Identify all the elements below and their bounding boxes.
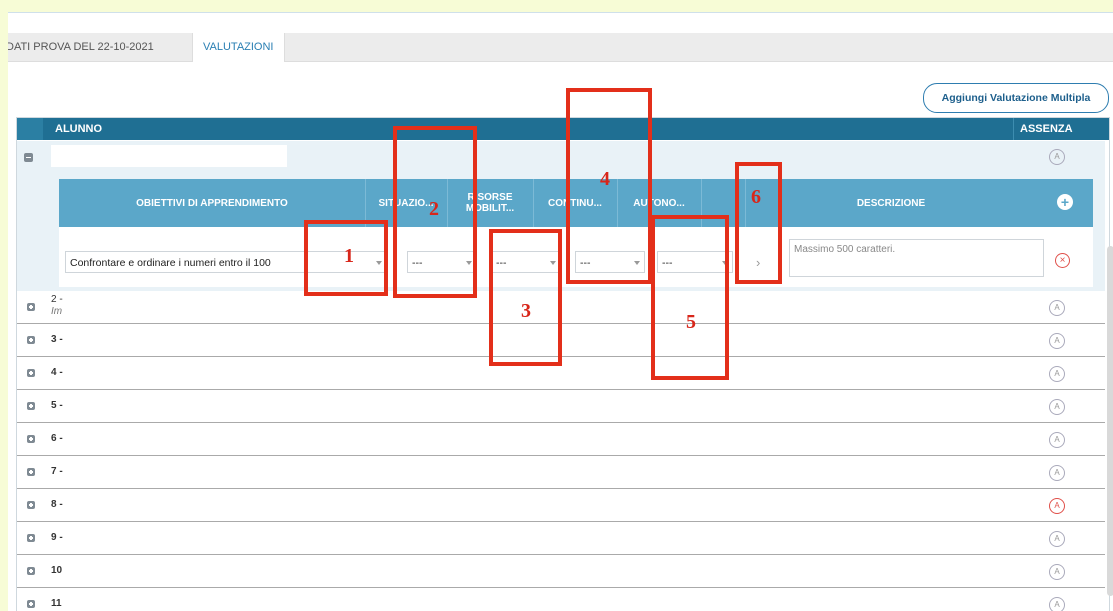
student-label: 5 -	[51, 400, 63, 411]
students-table: ALUNNO ASSENZA A OBIETTIVI DI APPRENDIME…	[16, 117, 1113, 611]
student-label: 11	[51, 598, 62, 609]
collapse-icon[interactable]	[24, 153, 33, 162]
expand-icon[interactable]	[27, 468, 35, 476]
table-header: ALUNNO ASSENZA	[17, 118, 1109, 140]
expand-icon[interactable]	[27, 567, 35, 575]
absence-toggle-icon[interactable]: A	[1049, 300, 1065, 316]
student-label: 10	[51, 565, 63, 576]
expand-icon[interactable]	[27, 336, 35, 344]
expand-icon[interactable]	[27, 402, 35, 410]
header-descrizione: DESCRIZIONE	[856, 197, 926, 209]
annotation-number-6: 6	[751, 186, 761, 208]
absence-toggle-icon[interactable]: A	[1049, 597, 1065, 611]
add-objective-icon[interactable]: +	[1057, 194, 1073, 210]
table-row[interactable]: 9 - A	[17, 522, 1105, 555]
student-label: 8 -	[51, 499, 63, 510]
absence-toggle-icon[interactable]: A	[1049, 399, 1065, 415]
description-textarea[interactable]: Massimo 500 caratteri.	[789, 239, 1044, 277]
absence-toggle-icon[interactable]: A	[1049, 366, 1065, 382]
tab-bar: DATI PROVA DEL 22-10-2021 VALUTAZIONI	[8, 33, 1113, 62]
objective-value: Confrontare e ordinare i numeri entro il…	[70, 257, 271, 269]
absence-toggle-icon[interactable]: A	[1049, 564, 1065, 580]
annotation-number-4: 4	[600, 168, 610, 190]
annotation-box-5	[651, 215, 729, 380]
student-label: 6 -	[51, 433, 63, 444]
student-label: 9 -	[51, 532, 63, 543]
annotation-number-5: 5	[686, 311, 696, 333]
table-row[interactable]: 5 - A	[17, 390, 1105, 423]
header-lead-cell	[17, 118, 43, 140]
annotation-number-3: 3	[521, 300, 531, 322]
student-label: 3 -	[51, 334, 63, 345]
annotation-box-3	[489, 229, 562, 366]
expand-icon[interactable]	[27, 534, 35, 542]
absence-toggle-icon[interactable]: A	[1049, 531, 1065, 547]
table-row[interactable]: 10 A	[17, 555, 1105, 588]
table-row[interactable]: 6 - A	[17, 423, 1105, 456]
expand-icon[interactable]	[27, 303, 35, 311]
student-name	[51, 145, 287, 167]
table-row[interactable]: 11 A	[17, 588, 1105, 611]
tab-dati-prova[interactable]: DATI PROVA DEL 22-10-2021	[8, 33, 158, 61]
header-alunno: ALUNNO	[55, 123, 103, 135]
add-multiple-evaluation-button[interactable]: Aggiungi Valutazione Multipla	[923, 83, 1109, 113]
remove-objective-icon[interactable]: ×	[1055, 253, 1070, 268]
expand-icon[interactable]	[27, 501, 35, 509]
absence-toggle-icon[interactable]: A	[1049, 432, 1065, 448]
absence-toggle-icon[interactable]: A	[1049, 498, 1065, 514]
header-assenza: ASSENZA	[1013, 118, 1073, 140]
absence-toggle-icon[interactable]: A	[1049, 333, 1065, 349]
student-label: 2 - Im	[51, 294, 63, 317]
table-row[interactable]: 8 - A	[17, 489, 1105, 522]
tab-valutazioni[interactable]: VALUTAZIONI	[192, 33, 285, 62]
vertical-scrollbar[interactable]	[1107, 246, 1113, 596]
expand-icon[interactable]	[27, 435, 35, 443]
expand-icon[interactable]	[27, 600, 35, 608]
table-row[interactable]: 7 - A	[17, 456, 1105, 489]
student-label: 4 -	[51, 367, 63, 378]
absence-toggle-icon[interactable]: A	[1049, 149, 1065, 165]
student-label: 7 -	[51, 466, 63, 477]
annotation-number-2: 2	[429, 198, 439, 220]
absence-toggle-icon[interactable]: A	[1049, 465, 1065, 481]
annotation-box-6	[735, 162, 782, 284]
annotation-number-1: 1	[344, 245, 354, 267]
expand-icon[interactable]	[27, 369, 35, 377]
